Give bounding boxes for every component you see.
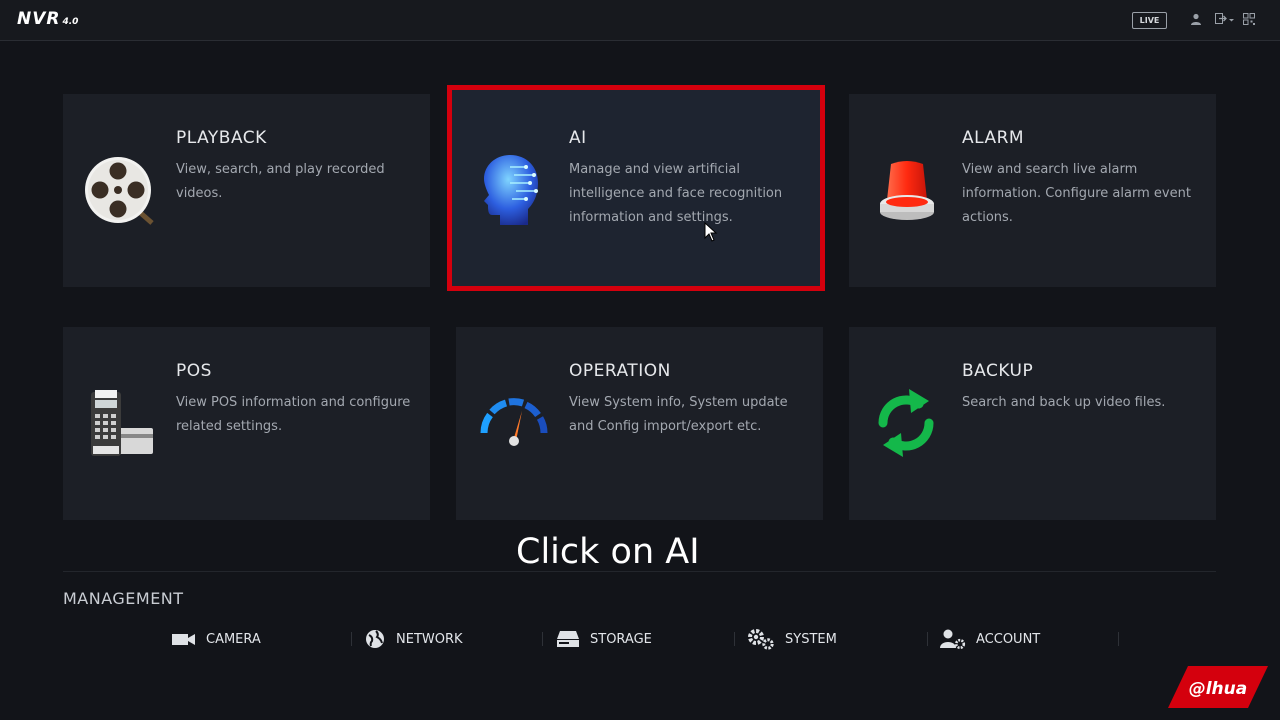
ai-card[interactable]: AI Manage and view artificial intelligen… <box>447 85 825 291</box>
separator <box>1118 632 1119 646</box>
separator <box>542 632 543 646</box>
management-label: STORAGE <box>590 631 652 647</box>
backup-card[interactable]: BACKUP Search and back up video files. <box>849 327 1216 520</box>
management-title: MANAGEMENT <box>63 589 184 608</box>
pos-card[interactable]: POS View POS information and configure r… <box>63 327 430 520</box>
logo-version: 4.0 <box>62 17 79 27</box>
card-title: BACKUP <box>962 361 1034 381</box>
live-button[interactable]: LIVE <box>1132 12 1167 29</box>
card-description: View, search, and play recorded videos. <box>176 162 385 201</box>
camera-icon <box>172 634 195 645</box>
card-title: POS <box>176 361 212 381</box>
card-description: Search and back up video files. <box>962 395 1166 410</box>
hard-drive-icon <box>557 631 579 647</box>
ai-head-icon <box>484 155 538 225</box>
playback-card[interactable]: PLAYBACK View, search, and play recorded… <box>63 94 430 287</box>
card-description: View System info, System update and Conf… <box>569 395 788 434</box>
alarm-siren-icon <box>880 161 934 220</box>
card-description: Manage and view artificial intelligence … <box>569 162 783 225</box>
operation-card[interactable]: OPERATION View System info, System updat… <box>456 327 823 520</box>
overlay-caption: Click on AI <box>516 532 700 572</box>
film-reel-icon <box>85 157 154 225</box>
management-network[interactable]: NETWORK <box>364 624 463 654</box>
card-title: AI <box>569 128 587 148</box>
refresh-arrows-icon <box>878 389 934 457</box>
logout-icon[interactable] <box>1215 13 1235 25</box>
globe-icon <box>366 630 384 648</box>
top-bar: NVR 4.0 LIVE <box>0 0 1280 41</box>
management-label: CAMERA <box>206 631 261 647</box>
nvr-logo: NVR 4.0 <box>17 9 78 29</box>
management-label: NETWORK <box>396 631 463 647</box>
separator <box>927 632 928 646</box>
pos-terminal-icon <box>91 390 153 456</box>
gears-icon <box>748 629 774 650</box>
alarm-card[interactable]: ALARM View and search live alarm informa… <box>849 94 1216 287</box>
user-icon[interactable] <box>1190 13 1202 25</box>
card-title: ALARM <box>962 128 1025 148</box>
card-title: PLAYBACK <box>176 128 267 148</box>
management-label: SYSTEM <box>785 631 837 647</box>
user-gear-icon <box>940 629 966 650</box>
qr-code-icon[interactable] <box>1243 13 1255 25</box>
management-label: ACCOUNT <box>976 631 1041 647</box>
card-description: View and search live alarm information. … <box>962 162 1191 225</box>
management-storage[interactable]: STORAGE <box>556 624 652 654</box>
mouse-cursor-icon <box>704 222 718 242</box>
management-system[interactable]: SYSTEM <box>747 624 837 654</box>
svg-text:@lhua: @lhua <box>1189 679 1248 699</box>
speedometer-icon <box>480 398 548 446</box>
separator <box>734 632 735 646</box>
dahua-logo: @lhua <box>1168 666 1268 708</box>
separator <box>351 632 352 646</box>
logo-text: NVR <box>17 9 61 29</box>
management-camera[interactable]: CAMERA <box>172 624 261 654</box>
management-account[interactable]: ACCOUNT <box>940 624 1040 654</box>
card-description: View POS information and configure relat… <box>176 395 411 434</box>
section-divider <box>63 571 1216 572</box>
card-title: OPERATION <box>569 361 671 381</box>
